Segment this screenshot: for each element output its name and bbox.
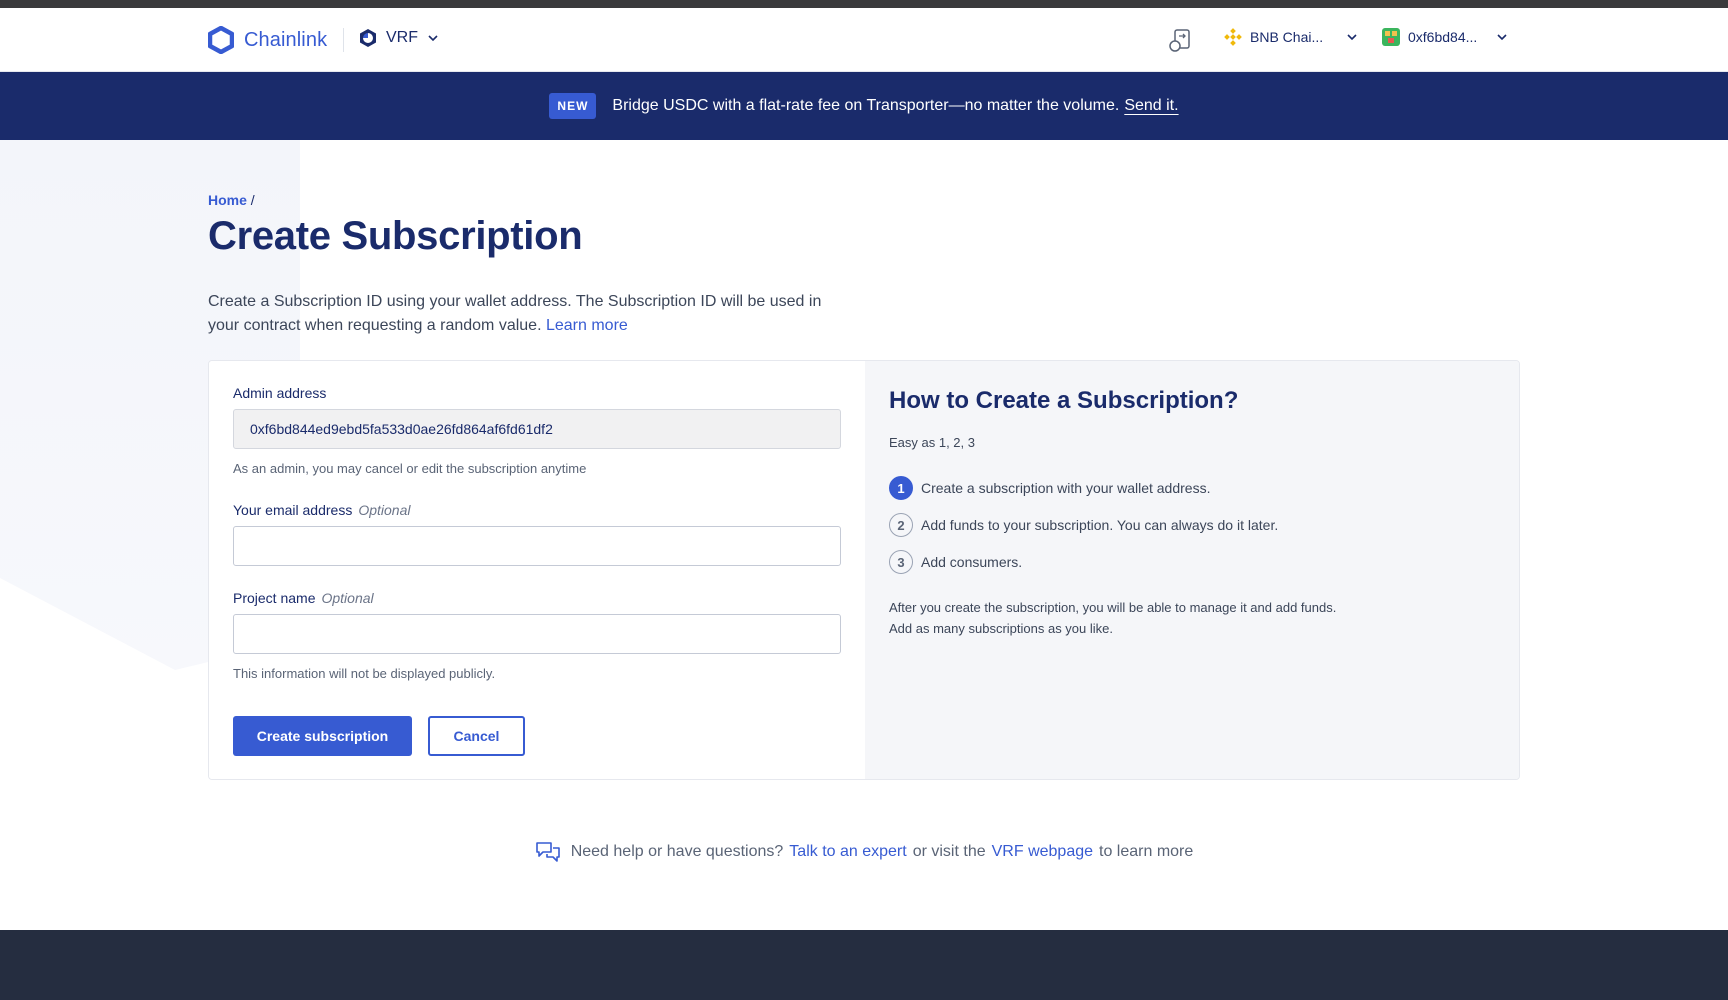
subscription-form: Admin address As an admin, you may cance… [209,361,865,779]
step-text: Add consumers. [921,554,1023,570]
learn-more-link[interactable]: Learn more [546,317,628,334]
create-subscription-button[interactable]: Create subscription [233,716,412,756]
announcement-banner: NEW Bridge USDC with a flat-rate fee on … [0,72,1728,140]
wallet-swap-icon[interactable] [1166,26,1194,54]
chainlink-hexagon-icon [208,26,234,54]
bnb-chain-icon [1224,28,1242,46]
how-to-note-line: After you create the subscription, you w… [889,600,1337,615]
top-navbar: Chainlink VRF BNB Chai... 0xf6bd84... [0,8,1728,72]
chevron-down-icon [1347,34,1357,41]
account-selector[interactable]: 0xf6bd84... [1382,28,1509,46]
network-label: BNB Chai... [1250,29,1324,45]
project-optional-tag: Optional [321,590,374,606]
breadcrumb-home-link[interactable]: Home [208,192,247,208]
how-to-note: After you create the subscription, you w… [889,597,1449,639]
admin-address-field[interactable] [233,409,841,449]
breadcrumb-separator: / [250,192,255,208]
step-number-2: 2 [889,513,913,537]
new-badge: NEW [549,93,597,119]
subscription-card: Admin address As an admin, you may cance… [208,360,1520,780]
step-number-1: 1 [889,476,913,500]
project-name-field[interactable] [233,614,841,654]
page-intro: Create a Subscription ID using your wall… [208,290,848,338]
cancel-button[interactable]: Cancel [428,716,525,756]
vrf-product-icon [360,29,376,47]
step-number-3: 3 [889,550,913,574]
admin-address-label: Admin address [233,385,327,401]
banner-link[interactable]: Send it. [1124,97,1178,115]
help-suffix: to learn more [1099,843,1194,860]
product-label: VRF [386,29,418,46]
how-to-step: 1 Create a subscription with your wallet… [889,476,1210,500]
email-label: Your email address Optional [233,502,411,518]
chevron-down-icon [1497,34,1507,41]
brand-name: Chainlink [244,28,328,51]
breadcrumb: Home / [208,192,255,208]
how-to-panel: How to Create a Subscription? Easy as 1,… [865,361,1519,779]
window-top-strip [0,0,1728,8]
how-to-title: How to Create a Subscription? [889,387,1239,414]
how-to-step: 2 Add funds to your subscription. You ca… [889,513,1278,537]
how-to-subtitle: Easy as 1, 2, 3 [889,435,975,450]
email-optional-tag: Optional [358,502,411,518]
product-selector[interactable]: VRF [358,28,440,48]
how-to-step: 3 Add consumers. [889,550,1022,574]
project-name-hint: This information will not be displayed p… [233,666,496,681]
admin-address-hint: As an admin, you may cancel or edit the … [233,461,587,476]
help-prefix: Need help or have questions? [570,843,784,860]
account-label: 0xf6bd84... [1408,29,1478,45]
network-selector[interactable]: BNB Chai... [1224,28,1359,46]
project-name-label: Project name Optional [233,590,374,606]
banner-text: Bridge USDC with a flat-rate fee on Tran… [612,97,1120,114]
chainlink-logo[interactable]: Chainlink [208,26,327,54]
email-field[interactable] [233,526,841,566]
account-avatar-icon [1382,28,1400,46]
page-title: Create Subscription [208,214,583,258]
intro-text: Create a Subscription ID using your wall… [208,293,822,334]
chevron-down-icon [428,35,438,42]
how-to-note-line: Add as many subscriptions as you like. [889,621,1113,636]
vrf-webpage-link[interactable]: VRF webpage [992,843,1093,861]
step-text: Add funds to your subscription. You can … [921,517,1279,533]
header-divider [343,28,344,52]
page-footer [0,930,1728,1000]
talk-to-expert-link[interactable]: Talk to an expert [789,843,906,861]
help-section: Need help or have questions? Talk to an … [0,840,1728,864]
step-text: Create a subscription with your wallet a… [921,480,1211,496]
chat-bubbles-icon [535,842,560,862]
help-middle: or visit the [912,843,986,860]
